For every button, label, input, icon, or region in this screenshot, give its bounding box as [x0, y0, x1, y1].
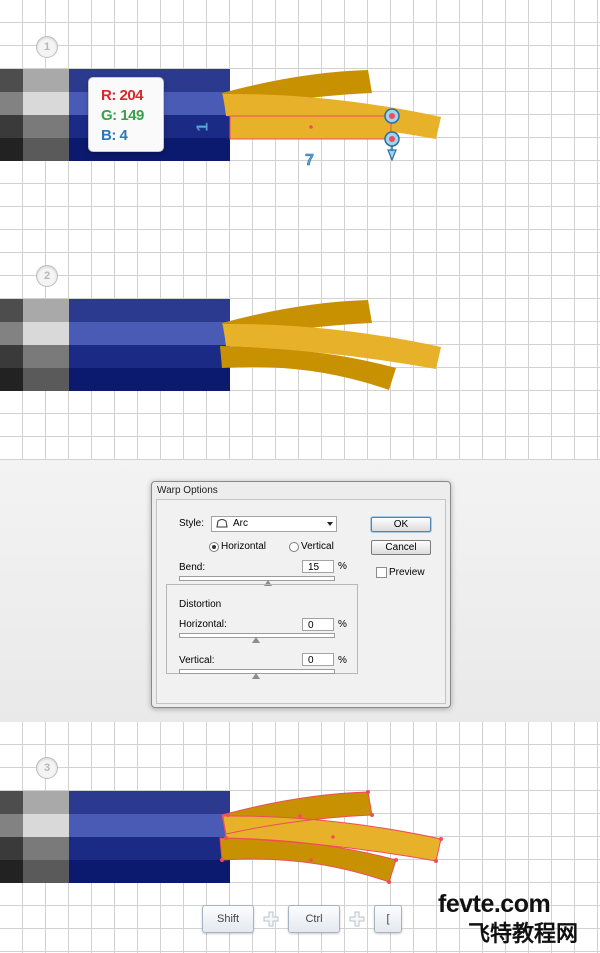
- dist-vertical-slider-thumb[interactable]: [252, 673, 260, 679]
- bend-label: Bend:: [179, 562, 206, 573]
- dist-horizontal-input[interactable]: 0: [302, 618, 334, 631]
- distortion-label: Distortion: [176, 599, 225, 610]
- shift-key: Shift: [202, 905, 254, 933]
- step-1-panel: 1 R: 204 G: 149 B: 4 1 7: [0, 0, 600, 230]
- dist-horizontal-label: Horizontal:: [179, 619, 227, 630]
- preview-checkbox[interactable]: [376, 567, 387, 578]
- height-dimension-label: 1: [194, 122, 212, 132]
- bracket-key: [: [374, 905, 402, 933]
- preview-label: Preview: [389, 567, 425, 578]
- color-swatch-card: R: 204 G: 149 B: 4: [88, 77, 164, 152]
- step-2-panel: 2: [0, 230, 600, 460]
- ok-button[interactable]: OK: [371, 517, 431, 532]
- drag-arrow-icon: [387, 149, 397, 162]
- bend-input[interactable]: 15: [302, 560, 334, 573]
- green-value: G: 149: [101, 107, 144, 124]
- gray-swatch-1: [0, 69, 23, 92]
- style-label: Style:: [179, 518, 205, 529]
- blue-value: B: 4: [101, 127, 128, 144]
- step-2-artwork: [0, 299, 441, 391]
- bend-slider-track[interactable]: [179, 576, 335, 581]
- anchor-point-top-inner: [389, 113, 395, 119]
- dist-vertical-label: Vertical:: [179, 655, 215, 666]
- horizontal-radio[interactable]: [209, 542, 219, 552]
- gray-swatch-5: [23, 69, 69, 92]
- horizontal-radio-label: Horizontal: [221, 541, 267, 552]
- warp-options-band: Warp Options Style: Arc Horizontal Verti…: [0, 460, 600, 722]
- cancel-button[interactable]: Cancel: [371, 540, 431, 555]
- dist-vertical-percent: %: [338, 655, 347, 666]
- vertical-radio-label: Vertical: [301, 541, 334, 552]
- gray-swatch-4: [0, 138, 23, 161]
- dist-horizontal-slider-thumb[interactable]: [252, 637, 260, 643]
- gray-swatch-6: [23, 92, 69, 115]
- red-value: R: 204: [101, 87, 144, 104]
- dist-vertical-input[interactable]: 0: [302, 653, 334, 666]
- gray-swatch-7: [23, 115, 69, 138]
- style-select-value: Arc: [233, 518, 248, 529]
- watermark-site: fevte.com: [438, 890, 551, 918]
- center-point: [309, 125, 313, 129]
- gray-swatch-2: [0, 92, 23, 115]
- dist-horizontal-percent: %: [338, 619, 347, 630]
- chevron-down-icon: [327, 522, 333, 526]
- plus-icon: [263, 911, 279, 927]
- bend-percent: %: [338, 561, 347, 572]
- watermark-name: 飞特教程网: [468, 921, 579, 946]
- style-select[interactable]: Arc: [211, 516, 337, 532]
- vertical-radio[interactable]: [289, 542, 299, 552]
- ctrl-key: Ctrl: [288, 905, 340, 933]
- anchor-point-bottom-inner: [389, 136, 395, 142]
- gray-swatch-3: [0, 115, 23, 138]
- dialog-title: Warp Options: [157, 485, 218, 496]
- gray-swatch-8: [23, 138, 69, 161]
- width-dimension-label: 7: [305, 152, 315, 170]
- plus-icon: [349, 911, 365, 927]
- arc-icon: [216, 519, 228, 528]
